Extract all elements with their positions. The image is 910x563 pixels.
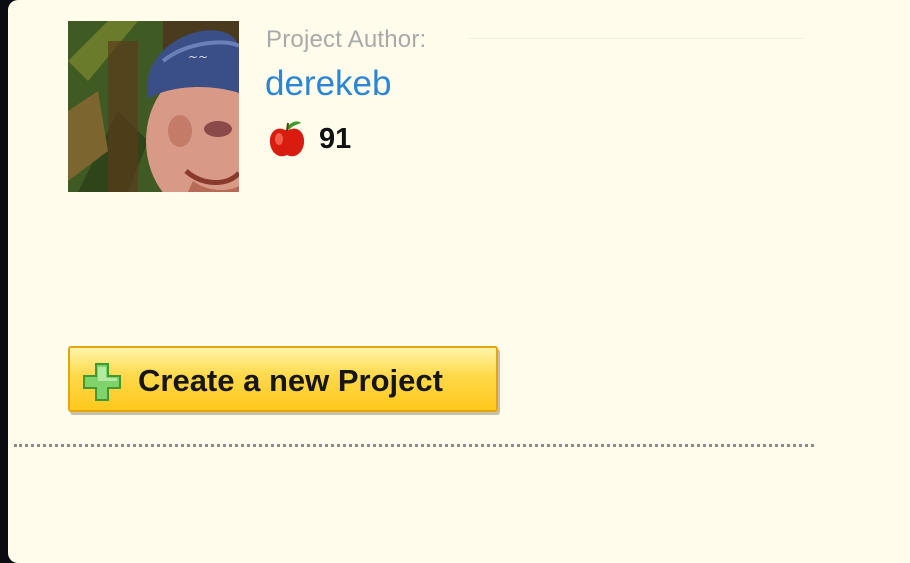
author-avatar[interactable]: ~~: [68, 21, 239, 192]
plus-icon: [83, 363, 121, 401]
project-author-label: Project Author:: [266, 26, 427, 53]
svg-text:~~: ~~: [188, 50, 208, 64]
dotted-divider: [14, 444, 814, 447]
create-new-project-button[interactable]: Create a new Project: [68, 346, 498, 412]
project-author-panel: ~~ Project Author: derekeb 91 Create a n…: [8, 0, 910, 563]
author-username-link[interactable]: derekeb: [265, 64, 391, 104]
create-new-project-label: Create a new Project: [138, 363, 443, 398]
apple-icon: [269, 121, 305, 157]
apple-score: 91: [319, 123, 352, 155]
author-label-divider: [468, 38, 803, 39]
avatar-photo-icon: ~~: [68, 21, 239, 192]
window-frame: ~~ Project Author: derekeb 91 Create a n…: [0, 0, 910, 563]
